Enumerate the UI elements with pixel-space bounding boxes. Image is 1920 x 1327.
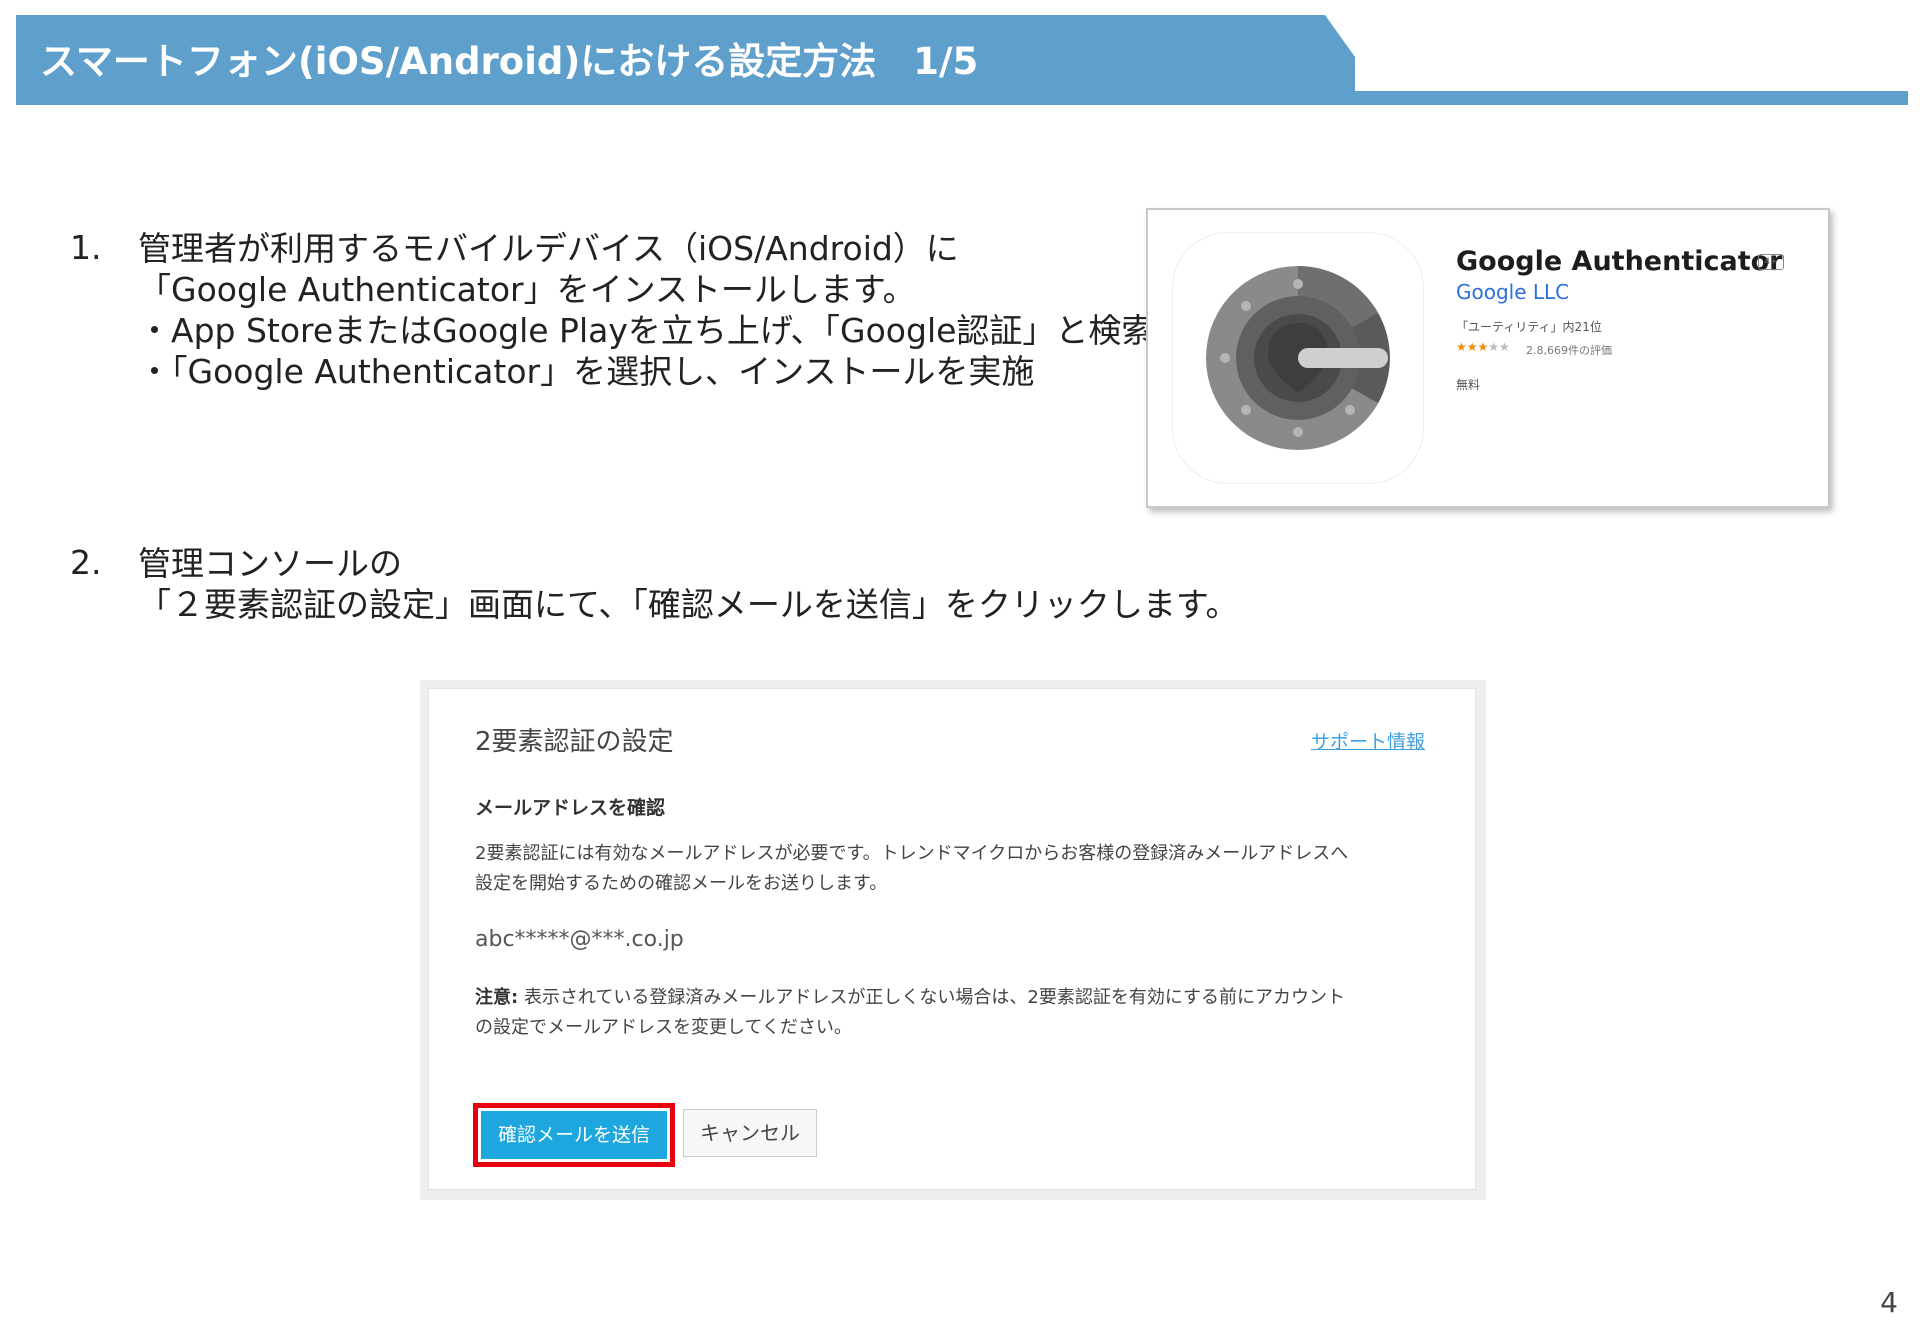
google-authenticator-icon (1172, 232, 1424, 484)
note-label: 注意: (475, 987, 519, 1008)
step-number: 2. (70, 543, 102, 582)
app-name: Google Authenticator (1456, 246, 1783, 277)
description-line: 2要素認証には有効なメールアドレスが必要です。トレンドマイクロからお客様の登録済… (475, 843, 1349, 864)
step-bullet: ・App StoreまたはGoogle Playを立ち上げ、「Google認証」… (138, 311, 1155, 350)
step-text: 管理コンソールの 「２要素認証の設定」画面にて、「確認メールを送信」をクリックし… (138, 543, 1239, 625)
app-developer-link[interactable]: Google LLC (1456, 280, 1569, 304)
step-line: 「Google Authenticator」をインストールします。 (138, 270, 916, 309)
star-rating: ★★★★★ (1456, 340, 1510, 354)
description-line: 設定を開始するための確認メールをお送りします。 (475, 873, 888, 894)
page-number: 4 (1880, 1286, 1898, 1319)
app-rank: 「ユーティリティ」内21位 (1456, 320, 1602, 334)
star-icon: ★★★ (1456, 340, 1489, 354)
step-line: 「２要素認証の設定」画面にて、「確認メールを送信」をクリックします。 (138, 585, 1239, 624)
dialog-title: 2要素認証の設定 (475, 727, 674, 757)
star-icon: ★★ (1488, 340, 1510, 354)
registered-email: abc*****@***.co.jp (475, 927, 684, 952)
header-underline (16, 91, 1908, 105)
cancel-button[interactable]: キャンセル (683, 1109, 817, 1157)
step-number: 1. (70, 228, 102, 267)
dialog-description: 2要素認証には有効なメールアドレスが必要です。トレンドマイクロからお客様の登録済… (475, 839, 1348, 899)
send-confirmation-email-button[interactable]: 確認メールを送信 (481, 1111, 667, 1159)
step-bullet: ・「Google Authenticator」を選択し、インストールを実施 (138, 352, 1035, 391)
step-line: 管理コンソールの (138, 544, 402, 583)
support-info-link[interactable]: サポート情報 (1311, 727, 1425, 754)
page-title: スマートフォン(iOS/Android)における設定方法 1/5 (40, 40, 979, 83)
age-rating-badge: 4+ (1758, 254, 1784, 270)
rating-count: 2.8,669件の評価 (1526, 344, 1612, 357)
dialog-subheading: メールアドレスを確認 (475, 797, 666, 819)
app-price: 無料 (1456, 378, 1481, 392)
note-line: 表示されている登録済みメールアドレスが正しくない場合は、2要素認証を有効にする前… (523, 987, 1346, 1008)
note-line: の設定でメールアドレスを変更してください。 (475, 1017, 852, 1038)
dialog-note: 注意: 表示されている登録済みメールアドレスが正しくない場合は、2要素認証を有効… (475, 983, 1345, 1043)
app-store-card: Google Authenticator 4+ Google LLC 「ユーティ… (1146, 208, 1830, 508)
step-text: 管理者が利用するモバイルデバイス（iOS/Android）に 「Google A… (138, 228, 1154, 392)
step-line: 管理者が利用するモバイルデバイス（iOS/Android）に (138, 229, 959, 268)
two-factor-settings-dialog: 2要素認証の設定 サポート情報 メールアドレスを確認 2要素認証には有効なメール… (428, 688, 1476, 1190)
